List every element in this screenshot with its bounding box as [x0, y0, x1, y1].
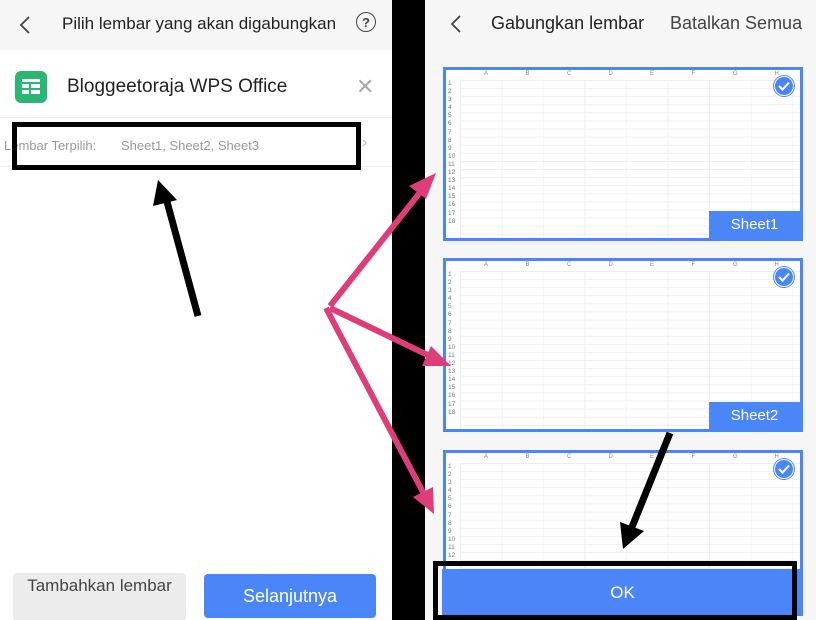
selected-sheets-label: Lembar Terpilih: — [4, 138, 97, 153]
next-button[interactable]: Selanjutnya — [204, 574, 376, 618]
sheet-column-headers: A B C D E F G H — [458, 261, 800, 271]
sheet-column-header: F — [691, 454, 696, 460]
add-sheet-button[interactable]: Tambahkan lembar — [13, 573, 186, 620]
checkbox-checked-icon[interactable] — [774, 76, 794, 96]
sheet-column-header: D — [608, 454, 613, 460]
spreadsheet-file-icon — [15, 71, 47, 103]
back-button[interactable] — [13, 13, 37, 37]
sheet-column-header: G — [733, 71, 738, 77]
cancel-all-button[interactable]: Batalkan Semua — [670, 13, 802, 34]
sheet-row-numbers: 1 2 3 4 5 6 7 8 9 10 11 12 — [448, 463, 456, 560]
sheet-column-header: A — [484, 262, 489, 268]
selected-sheets-value: Sheet1, Sheet2, Sheet3 — [121, 138, 260, 153]
chevron-right-icon: › — [362, 134, 368, 151]
sheet-column-header: F — [691, 262, 696, 268]
sheet-column-header: A — [484, 454, 489, 460]
sheet-column-header: E — [650, 454, 655, 460]
sheet-column-header: E — [650, 262, 655, 268]
file-name: Bloggeetoraja WPS Office — [67, 76, 288, 97]
sheet-column-header: B — [525, 262, 530, 268]
panel-divider — [392, 0, 425, 620]
sheet-card-2[interactable]: A B C D E F G H 1 2 3 4 5 6 7 8 9 10 11 12 13 14 15 16 17 18 She… — [443, 258, 803, 432]
sheet-column-headers: A B C D E F G H — [458, 453, 800, 463]
sheet-row-numbers: 1 2 3 4 5 6 7 8 9 10 11 12 13 14 15 16 17 18 — [448, 80, 456, 225]
selected-sheets-row[interactable]: Lembar Terpilih: Sheet1, Sheet2, Sheet3 … — [0, 117, 392, 167]
sheet-column-header: G — [733, 454, 738, 460]
merge-sheets-title: Gabungkan lembar — [491, 13, 645, 33]
right-header: Gabungkan lembar Batalkan Semua — [425, 0, 816, 50]
ok-button[interactable]: OK — [442, 569, 803, 616]
left-panel: Pilih lembar yang akan digabungkan ? Blo… — [0, 0, 392, 620]
page-title: Pilih lembar yang akan digabungkan — [62, 14, 337, 33]
right-panel: Gabungkan lembar Batalkan Semua A B C D E F G H… — [425, 0, 816, 620]
checkbox-checked-icon[interactable] — [774, 267, 794, 287]
sheet-column-header: B — [525, 454, 530, 460]
sheet-column-header: G — [733, 262, 738, 268]
sheet-column-header: D — [608, 71, 613, 77]
close-icon[interactable]: ✕ — [356, 74, 374, 100]
sheet-column-header: E — [650, 71, 655, 77]
sheet-name-tag: Sheet2 — [709, 402, 800, 429]
left-body: Bloggeetoraja WPS Office ✕ Lembar Terpil… — [0, 50, 392, 620]
sheet-column-headers: A B C D E F G H — [458, 70, 800, 80]
chevron-left-icon — [450, 15, 461, 33]
sheet-column-header: C — [567, 71, 572, 77]
sheet-row-numbers: 1 2 3 4 5 6 7 8 9 10 11 12 13 14 15 16 17 18 — [448, 271, 456, 416]
sheet-column-header: H — [774, 454, 779, 460]
sheet-grid — [460, 463, 800, 577]
chevron-left-icon — [19, 16, 30, 34]
sheet-column-header: A — [484, 71, 489, 77]
sheet-name-tag: Sheet1 — [709, 211, 800, 238]
sheet-column-header: C — [567, 454, 572, 460]
back-button-right[interactable] — [444, 12, 468, 36]
sheet-card-3[interactable]: A B C D E F G H 1 2 3 4 5 6 7 8 9 10 11 12 — [443, 450, 803, 580]
sheet-column-header: H — [774, 71, 779, 77]
left-header: Pilih lembar yang akan digabungkan ? — [0, 0, 392, 50]
sheet-column-header: C — [567, 262, 572, 268]
help-icon[interactable]: ? — [356, 12, 376, 32]
checkbox-checked-icon[interactable] — [774, 459, 794, 479]
sheet-card-1[interactable]: A B C D E F G H 1 2 3 4 5 6 7 8 9 10 11 12 13 14 15 16 17 18 She… — [443, 67, 803, 241]
sheet-column-header: F — [691, 71, 696, 77]
sheet-column-header: H — [774, 262, 779, 268]
sheet-column-header: D — [608, 262, 613, 268]
sheet-column-header: B — [525, 71, 530, 77]
